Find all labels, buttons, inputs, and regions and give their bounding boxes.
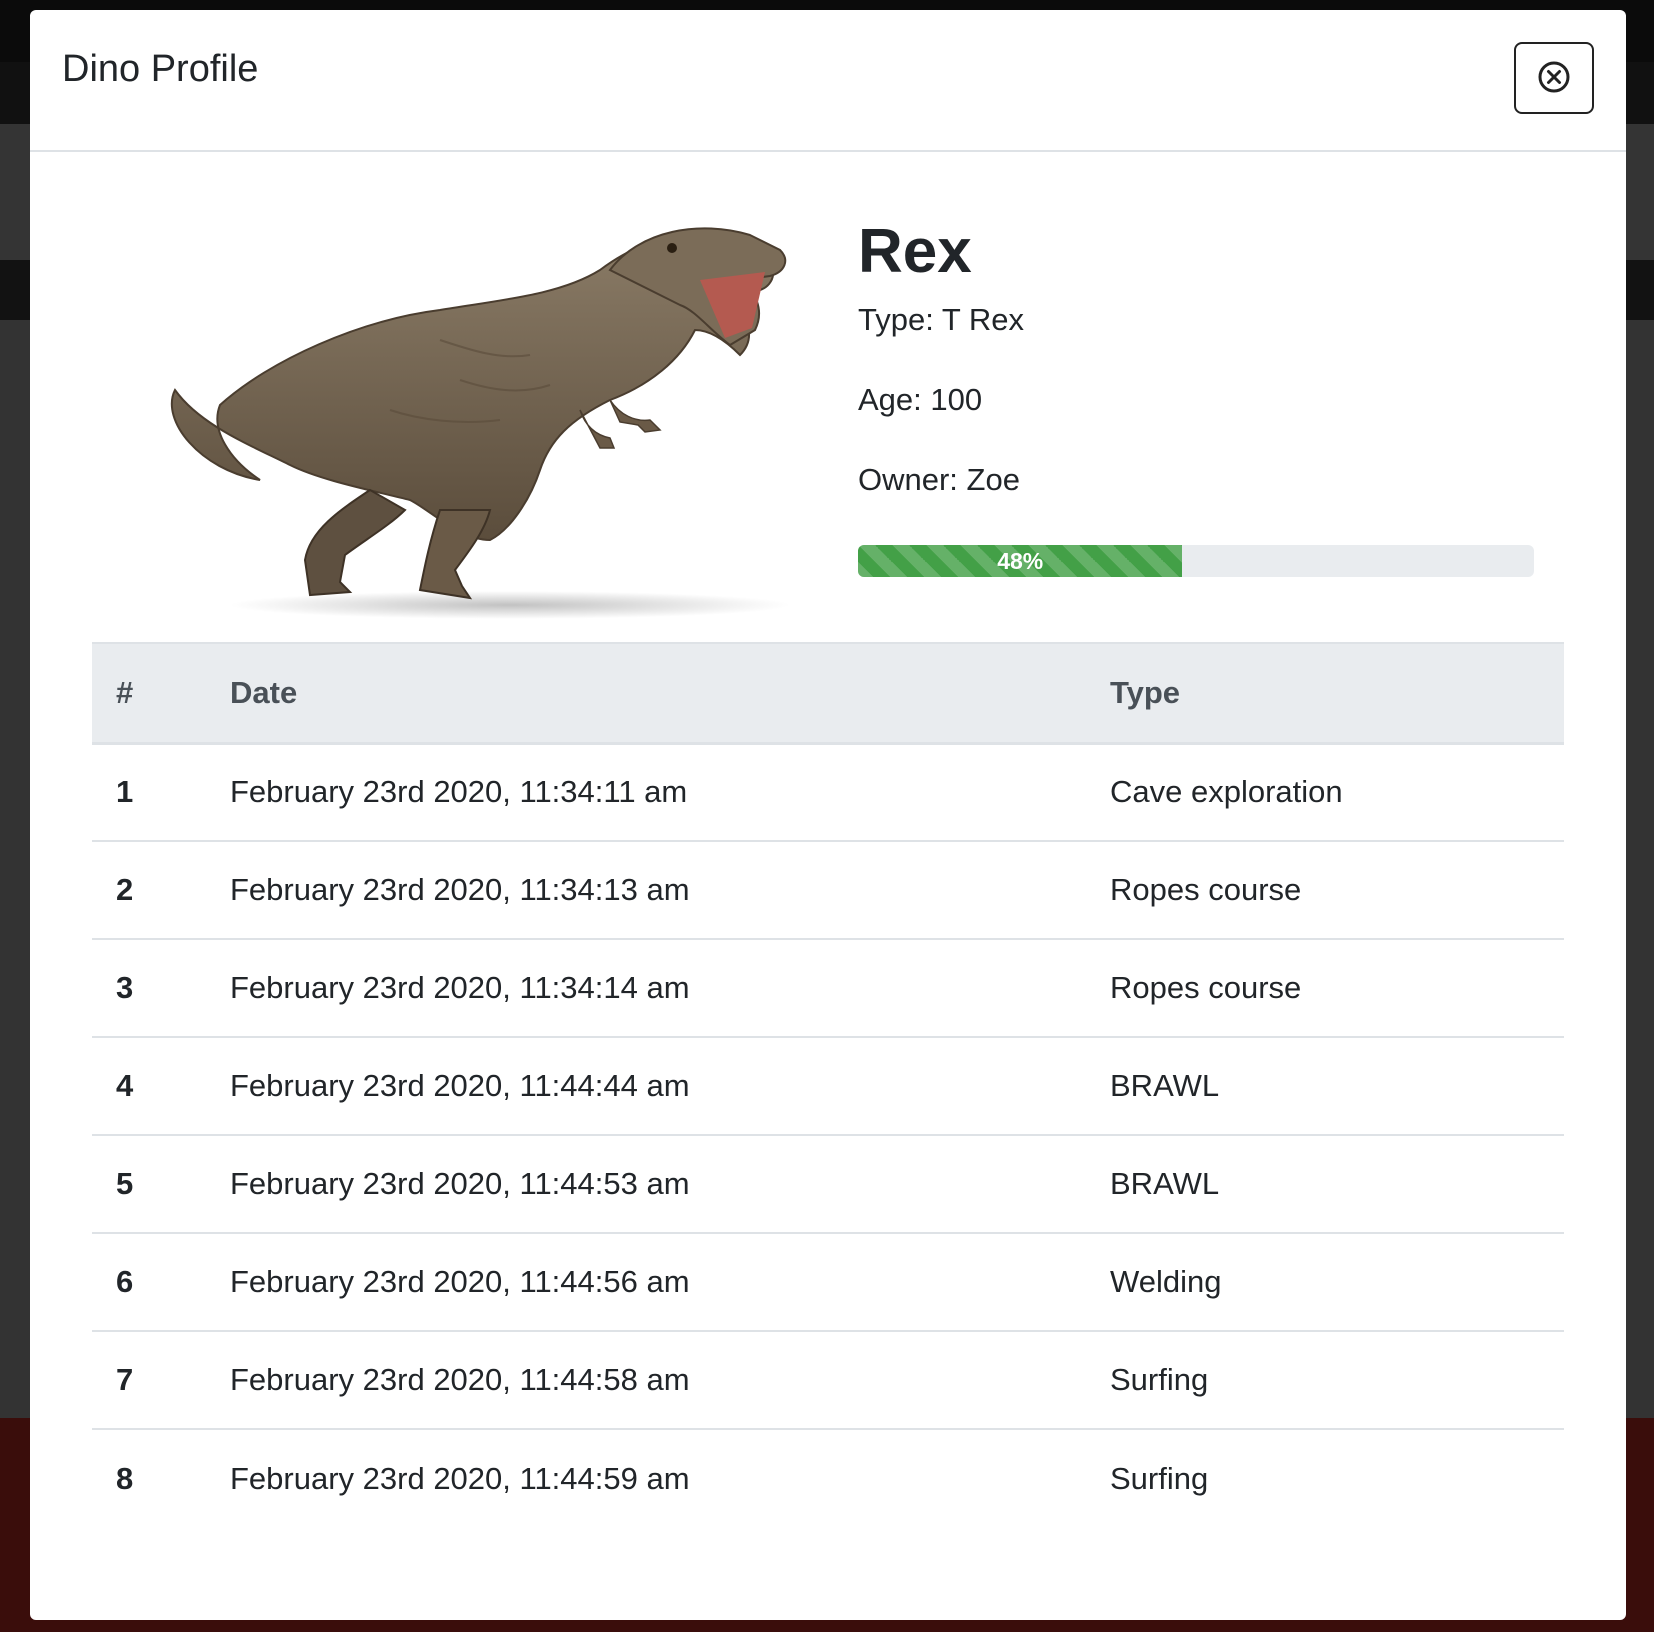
progress-bar: 48% (858, 545, 1183, 577)
row-date: February 23rd 2020, 11:44:53 am (206, 1135, 1086, 1234)
table-header-row: # Date Type (92, 642, 1564, 745)
row-date: February 23rd 2020, 11:44:59 am (230, 1460, 690, 1496)
row-type: Surfing (1086, 1331, 1564, 1430)
row-date: February 23rd 2020, 11:34:14 am (206, 939, 1086, 1038)
dino-type: Type: T Rex (858, 302, 1024, 338)
row-date: February 23rd 2020, 11:44:58 am (206, 1331, 1086, 1430)
row-date: February 23rd 2020, 11:34:11 am (206, 743, 1086, 842)
header-date[interactable]: Date (206, 642, 1086, 745)
header-type[interactable]: Type (1086, 642, 1564, 745)
close-button[interactable] (1514, 42, 1594, 114)
row-number: 8 (116, 1460, 134, 1496)
dino-owner: Owner: Zoe (858, 462, 1020, 498)
row-date: February 23rd 2020, 11:34:13 am (206, 841, 1086, 940)
dino-name: Rex (858, 217, 972, 286)
modal-title: Dino Profile (62, 48, 259, 90)
row-number: 7 (92, 1331, 206, 1430)
row-number: 3 (92, 939, 206, 1038)
row-type: BRAWL (1086, 1037, 1564, 1136)
dino-profile-modal: Dino Profile Rex Type: T Rex Age: 100 Ow… (30, 10, 1626, 1620)
header-number[interactable]: # (92, 642, 206, 745)
table-row: 7 February 23rd 2020, 11:44:58 am Surfin… (92, 1331, 1564, 1430)
modal-header: Dino Profile (30, 10, 1626, 152)
row-number: 6 (92, 1233, 206, 1332)
table-row: 5 February 23rd 2020, 11:44:53 am BRAWL (92, 1135, 1564, 1234)
row-date: February 23rd 2020, 11:44:56 am (206, 1233, 1086, 1332)
dino-info: Rex Type: T Rex Age: 100 Owner: Zoe (858, 217, 1538, 544)
row-type: Welding (1086, 1233, 1564, 1332)
progress-track: 48% (858, 545, 1534, 577)
row-type: Surfing (1110, 1460, 1209, 1496)
row-number: 1 (92, 743, 206, 842)
row-number: 4 (92, 1037, 206, 1136)
row-type: Ropes course (1086, 841, 1564, 940)
row-type: BRAWL (1086, 1135, 1564, 1234)
close-circle-icon (1536, 59, 1572, 98)
row-date: February 23rd 2020, 11:44:44 am (206, 1037, 1086, 1136)
table-row: 6 February 23rd 2020, 11:44:56 am Weldin… (92, 1233, 1564, 1332)
progress-label: 48% (997, 547, 1044, 574)
row-type: Ropes course (1086, 939, 1564, 1038)
activity-table: # Date Type 1 February 23rd 2020, 11:34:… (92, 642, 1564, 1527)
table-row: 3 February 23rd 2020, 11:34:14 am Ropes … (92, 939, 1564, 1038)
table-row: 1 February 23rd 2020, 11:34:11 am Cave e… (92, 743, 1564, 842)
table-row: 2 February 23rd 2020, 11:34:13 am Ropes … (92, 841, 1564, 940)
table-row: 8 February 23rd 2020, 11:44:59 am Surfin… (92, 1429, 1564, 1527)
table-row: 4 February 23rd 2020, 11:44:44 am BRAWL (92, 1037, 1564, 1136)
dino-age: Age: 100 (858, 382, 983, 418)
row-number: 5 (92, 1135, 206, 1234)
row-type: Cave exploration (1086, 743, 1564, 842)
row-number: 2 (92, 841, 206, 940)
dino-image (140, 210, 820, 630)
